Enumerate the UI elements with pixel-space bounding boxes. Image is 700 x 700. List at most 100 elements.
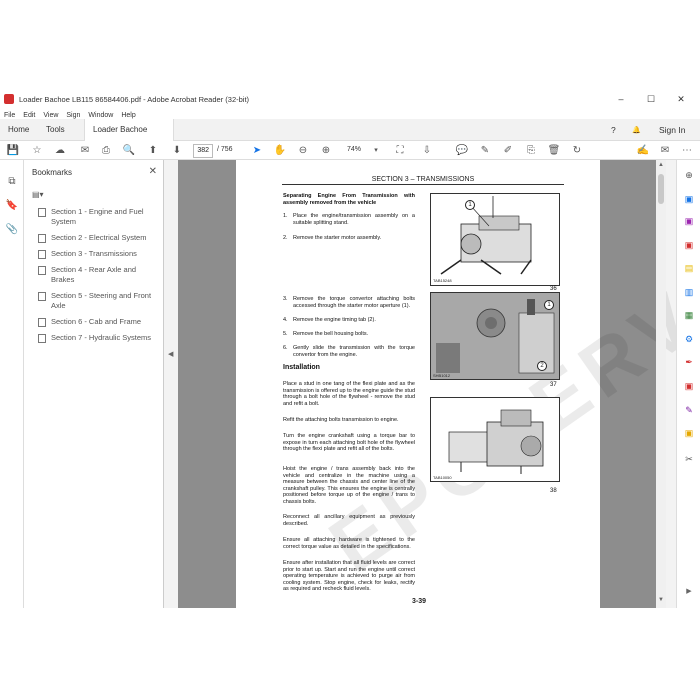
step-number: 2. <box>283 235 288 241</box>
title-bar: Loader Bachoe LB115 86584406.pdf - Adobe… <box>0 90 700 108</box>
engine-illustration <box>440 196 532 275</box>
close-panel-icon[interactable]: ✕ <box>149 166 157 177</box>
delete-icon[interactable]: 🗑 <box>547 143 561 157</box>
select-cursor-icon[interactable]: ➤ <box>250 143 264 157</box>
page-number-input[interactable]: 382 <box>193 144 213 158</box>
scroll-thumb[interactable] <box>658 174 664 204</box>
zoom-dropdown-icon[interactable]: ▾ <box>369 143 383 157</box>
callout-marker: 2 <box>537 361 547 371</box>
sign-in-button[interactable]: Sign In <box>659 119 685 141</box>
scan-icon[interactable]: ⚙ <box>682 332 696 346</box>
combine-files-icon[interactable]: ▥ <box>682 285 696 299</box>
menu-view[interactable]: View <box>43 112 58 119</box>
figure-caption-code: SHB1012 <box>433 373 451 378</box>
bookmark-label: Section 5 - Steering and Front Axle <box>51 291 152 310</box>
menu-sign[interactable]: Sign <box>66 112 80 119</box>
right-tools-rail: ⊕ ▣ ▣ ▣ ▤ ▥ ▦ ⚙ ✒ ▣ ✎ ▣ ✂ ▶ <box>676 160 700 608</box>
print-icon[interactable]: ⎙ <box>99 143 113 157</box>
share-email-icon[interactable]: ✉ <box>658 143 672 157</box>
vertical-scrollbar[interactable]: ▲ ▼ <box>656 160 666 608</box>
tab-home[interactable]: Home <box>0 119 37 141</box>
menu-file[interactable]: File <box>4 112 15 119</box>
more-tools-settings-icon[interactable]: ✂ <box>682 452 696 466</box>
email-icon[interactable]: ✉ <box>78 143 92 157</box>
bookmark-label: Section 6 - Cab and Frame <box>51 317 142 326</box>
body-paragraph: Reconnect all ancillary equipment as pre… <box>283 514 415 527</box>
export-pdf-icon[interactable]: ▣ <box>682 192 696 206</box>
next-page-icon[interactable]: ⬇ <box>170 143 184 157</box>
minimize-button[interactable]: – <box>606 90 636 108</box>
bookmark-item[interactable]: Section 5 - Steering and Front Axle <box>24 288 163 314</box>
bookmark-item[interactable]: Section 7 - Hydraulic Systems <box>24 330 163 346</box>
bookmark-options-button[interactable]: ▤▾ <box>24 184 163 204</box>
zoom-search-icon[interactable]: ⊕ <box>682 168 696 182</box>
sign-icon[interactable]: ✍ <box>636 143 650 157</box>
save-icon[interactable]: 💾 <box>6 143 20 157</box>
callout-marker: 1 <box>465 200 475 210</box>
zoom-out-icon[interactable]: ⊖ <box>296 143 310 157</box>
bookmark-page-icon <box>38 234 46 243</box>
send-sign-icon[interactable]: ✎ <box>682 403 696 417</box>
hand-tool-icon[interactable]: ✋ <box>273 143 287 157</box>
scroll-up-icon[interactable]: ▲ <box>656 162 666 168</box>
bookmark-item[interactable]: Section 2 - Electrical System <box>24 230 163 246</box>
notifications-icon[interactable]: 🔔 <box>632 119 641 141</box>
bookmarks-panel: Bookmarks ✕ ▤▾ Section 1 - Engine and Fu… <box>24 160 164 608</box>
step-text: Remove the torque convertor attaching bo… <box>293 296 415 309</box>
tab-document[interactable]: Loader Bachoe LB1... × <box>84 119 174 156</box>
menu-window[interactable]: Window <box>88 112 113 119</box>
step-text: Gently slide the transmission with the t… <box>293 345 415 358</box>
help-icon[interactable]: ? <box>611 119 616 141</box>
close-window-button[interactable]: ✕ <box>666 90 696 108</box>
fill-sign-icon[interactable]: ✒ <box>682 355 696 369</box>
scroll-mode-icon[interactable]: ⇩ <box>420 143 434 157</box>
protect-icon[interactable]: ▣ <box>682 379 696 393</box>
step-text: Remove the engine timing tab (2). <box>293 317 376 323</box>
create-pdf-icon[interactable]: ▣ <box>682 214 696 228</box>
step-number: 4. <box>283 317 288 323</box>
window-title: Loader Bachoe LB115 86584406.pdf - Adobe… <box>19 94 250 104</box>
zoom-level[interactable]: 74% <box>347 143 361 157</box>
zoom-in-icon[interactable]: ⊕ <box>319 143 333 157</box>
step-number: 1. <box>283 213 288 219</box>
more-tools-icon[interactable]: ⋯ <box>680 143 694 157</box>
figure-engine-transmission: 1 TAB15248 <box>430 193 560 286</box>
organize-pages-icon[interactable]: ▦ <box>682 308 696 322</box>
tab-tools[interactable]: Tools <box>38 119 73 141</box>
page-thumbnails-icon[interactable]: ⧉ <box>5 174 19 188</box>
left-navigation-rail: ⧉ 🔖 📎 <box>0 160 24 608</box>
bookmark-item[interactable]: Section 1 - Engine and Fuel System <box>24 204 163 230</box>
body-paragraph: Turn the engine crankshaft using a torqu… <box>283 433 415 452</box>
bookmark-item[interactable]: Section 4 - Rear Axle and Brakes <box>24 262 163 288</box>
edit-pdf-icon[interactable]: ▣ <box>682 238 696 252</box>
bookmarks-icon[interactable]: 🔖 <box>5 198 19 212</box>
highlight-icon[interactable]: ✎ <box>478 143 492 157</box>
acrobat-icon <box>4 94 14 104</box>
previous-page-icon[interactable]: ⬆ <box>146 143 160 157</box>
collapse-panel-icon[interactable]: ◀ <box>168 350 173 358</box>
scroll-down-icon[interactable]: ▼ <box>656 597 666 603</box>
bookmark-item[interactable]: Section 6 - Cab and Frame <box>24 314 163 330</box>
comment-icon[interactable]: 💬 <box>455 143 469 157</box>
bookmark-page-icon <box>38 318 46 327</box>
menu-edit[interactable]: Edit <box>23 112 35 119</box>
expand-rail-icon[interactable]: ▶ <box>682 584 696 598</box>
bookmark-page-icon <box>38 266 46 275</box>
step-number: 6. <box>283 345 288 351</box>
comment-tool-icon[interactable]: ▤ <box>682 261 696 275</box>
attachments-icon[interactable]: 📎 <box>5 222 19 236</box>
stamp-icon[interactable]: ⎘ <box>524 143 538 157</box>
draw-icon[interactable]: ✐ <box>501 143 515 157</box>
fit-page-icon[interactable]: ⛶ <box>393 143 407 157</box>
bookmark-item[interactable]: Section 3 - Transmissions <box>24 246 163 262</box>
measure-icon[interactable]: ▣ <box>682 426 696 440</box>
maximize-button[interactable]: ☐ <box>636 90 666 108</box>
step-number: 5. <box>283 331 288 337</box>
search-icon[interactable]: 🔍 <box>122 143 136 157</box>
menu-help[interactable]: Help <box>121 112 135 119</box>
rotate-icon[interactable]: ↻ <box>570 143 584 157</box>
upload-cloud-icon[interactable]: ☁ <box>53 143 67 157</box>
bookmark-label: Section 2 - Electrical System <box>51 233 147 242</box>
bookmark-star-icon[interactable]: ☆ <box>30 143 44 157</box>
bookmark-page-icon <box>38 334 46 343</box>
